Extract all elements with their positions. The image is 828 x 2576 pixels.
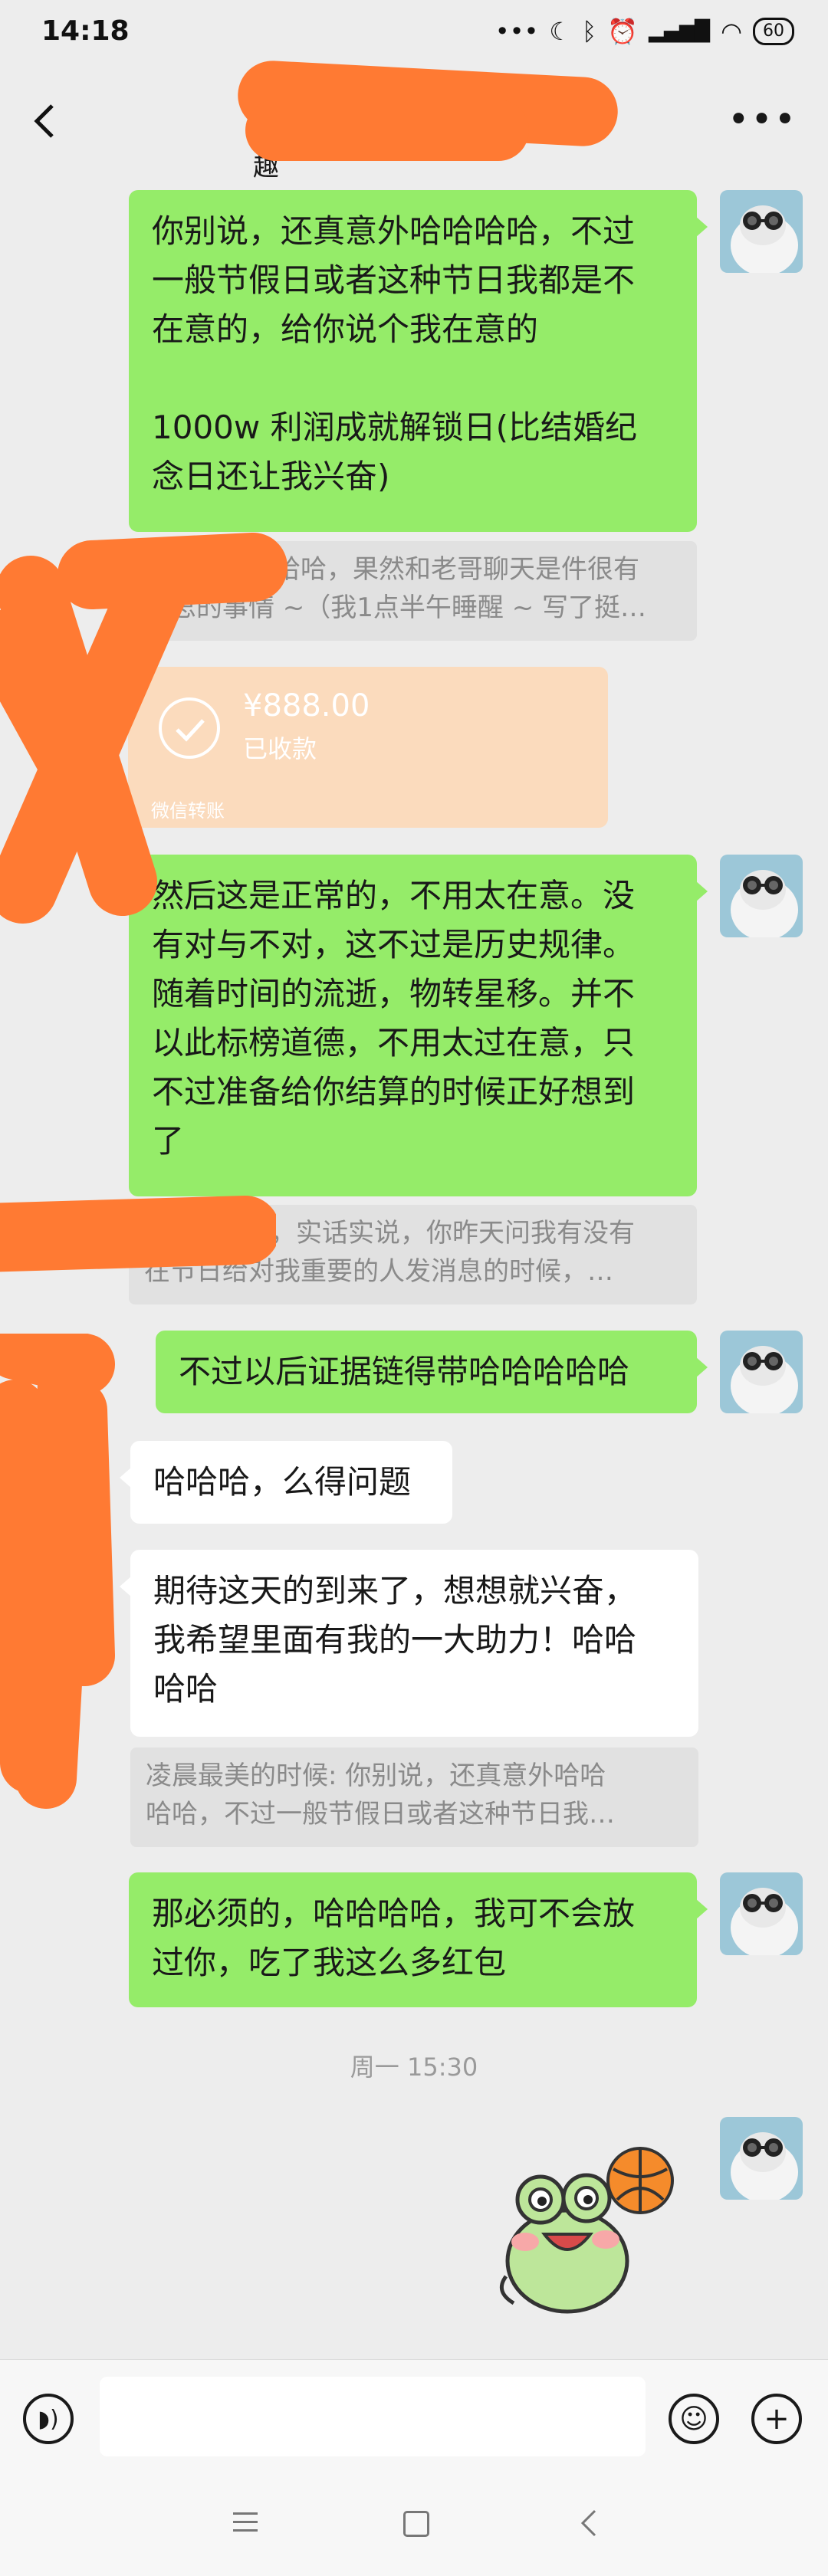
message-text: 期待这天的到来了，想想就兴奋， bbox=[153, 1572, 637, 1610]
message-text: 哈哈哈，么得问题 bbox=[153, 1463, 412, 1501]
input-bar: ◗) ☺ + bbox=[0, 2359, 828, 2476]
avatar-image bbox=[720, 1331, 803, 1413]
message-bubble-6[interactable]: 那必须的，哈哈哈哈，我可不会放 过你，吃了我这么多红包 bbox=[129, 1872, 708, 2007]
message-text: 以此标榜道德，不用太过在意，只 bbox=[152, 1024, 636, 1062]
redaction-scribble bbox=[0, 533, 288, 924]
emoji-button[interactable]: ☺ bbox=[669, 2394, 719, 2444]
quote-text: 凌晨最美的时候: 你别说，还真意外哈哈 bbox=[146, 1761, 606, 1791]
bluetooth-icon: ᛒ bbox=[582, 17, 597, 46]
message-text: 了 bbox=[152, 1122, 185, 1160]
message-bubble-5[interactable]: 期待这天的到来了，想想就兴奋， 我希望里面有我的一大助力！哈哈 哈哈 bbox=[120, 1550, 698, 1737]
message-bubble-3[interactable]: 不过以后证据链得带哈哈哈哈哈 bbox=[156, 1331, 708, 1413]
add-button[interactable]: + bbox=[751, 2394, 802, 2444]
avatar-image bbox=[720, 1872, 803, 1955]
status-bar: 14:18 ••• ☾ ᛒ ⏰ ▂▄▆█ ◠ 60 bbox=[0, 0, 828, 69]
my-avatar[interactable] bbox=[720, 190, 803, 273]
my-avatar[interactable] bbox=[720, 2117, 803, 2200]
alarm-icon: ⏰ bbox=[607, 17, 639, 46]
wifi-icon: ◠ bbox=[721, 17, 742, 46]
back-nav-icon[interactable] bbox=[580, 2509, 598, 2537]
signal-icon: ▂▄▆█ bbox=[649, 20, 711, 43]
message-text: 你别说，还真意外哈哈哈哈，不过 bbox=[152, 212, 636, 250]
title-redaction-2 bbox=[245, 100, 529, 161]
avatar-image bbox=[720, 2117, 803, 2200]
more-dots-icon: ••• bbox=[495, 17, 539, 46]
emoji-icon: ☺ bbox=[679, 2403, 708, 2435]
my-avatar[interactable] bbox=[720, 855, 803, 937]
avatar-image bbox=[720, 190, 803, 273]
home-icon[interactable] bbox=[403, 2511, 429, 2537]
message-text: 过你，吃了我这么多红包 bbox=[152, 1944, 507, 1981]
message-text: 我希望里面有我的一大助力！哈哈 bbox=[153, 1621, 637, 1659]
quoted-message-3[interactable]: 凌晨最美的时候: 你别说，还真意外哈哈 哈哈，不过一般节假日或者这种节日我… bbox=[130, 1747, 698, 1847]
voice-icon: ◗) bbox=[38, 2405, 59, 2433]
back-icon[interactable] bbox=[23, 98, 69, 144]
voice-button[interactable]: ◗) bbox=[23, 2394, 74, 2444]
message-input[interactable] bbox=[100, 2377, 646, 2456]
status-icons: ••• ☾ ᛒ ⏰ ▂▄▆█ ◠ 60 bbox=[495, 17, 794, 46]
nav-bar: 趣 ••• bbox=[0, 59, 828, 182]
message-text: 一般节假日或者这种节日我都是不 bbox=[152, 261, 636, 299]
message-text: 不过以后证据链得带哈哈哈哈哈 bbox=[179, 1353, 630, 1390]
redaction-scribble bbox=[0, 1196, 276, 1272]
moon-icon: ☾ bbox=[549, 17, 572, 46]
message-text: 1000w 利润成就解锁日(比结婚纪 bbox=[152, 409, 637, 446]
message-text: 念日还让我兴奋) bbox=[152, 458, 390, 495]
message-text: 那必须的，哈哈哈哈，我可不会放 bbox=[152, 1895, 636, 1932]
message-bubble-4[interactable]: 哈哈哈，么得问题 bbox=[120, 1441, 452, 1524]
my-avatar[interactable] bbox=[720, 1872, 803, 1955]
message-bubble-1[interactable]: 你别说，还真意外哈哈哈哈，不过 一般节假日或者这种节日我都是不 在意的，给你说个… bbox=[129, 190, 708, 532]
system-nav-bar bbox=[0, 2476, 828, 2576]
battery-icon: 60 bbox=[753, 18, 794, 45]
message-text: 哈哈 bbox=[153, 1670, 219, 1708]
plus-icon: + bbox=[764, 2401, 790, 2437]
frog-sticker[interactable] bbox=[491, 2138, 682, 2322]
status-time: 14:18 bbox=[41, 15, 130, 47]
message-text: 在意的，给你说个我在意的 bbox=[152, 310, 539, 348]
redaction-scribble bbox=[0, 1334, 115, 1809]
quote-text: 哈哈，不过一般节假日或者这种节日我… bbox=[146, 1799, 615, 1829]
my-avatar[interactable] bbox=[720, 1331, 803, 1413]
message-text: 随着时间的流逝，物转星移。并不 bbox=[152, 975, 636, 1012]
more-button[interactable]: ••• bbox=[728, 101, 797, 138]
timestamp: 周一 15:30 bbox=[350, 2053, 478, 2082]
menu-icon[interactable] bbox=[233, 2512, 258, 2532]
message-text: 有对与不对，这不过是历史规律。 bbox=[152, 926, 636, 963]
message-text: 不过准备给你结算的时候正好想到 bbox=[152, 1073, 636, 1111]
avatar-image bbox=[720, 855, 803, 937]
